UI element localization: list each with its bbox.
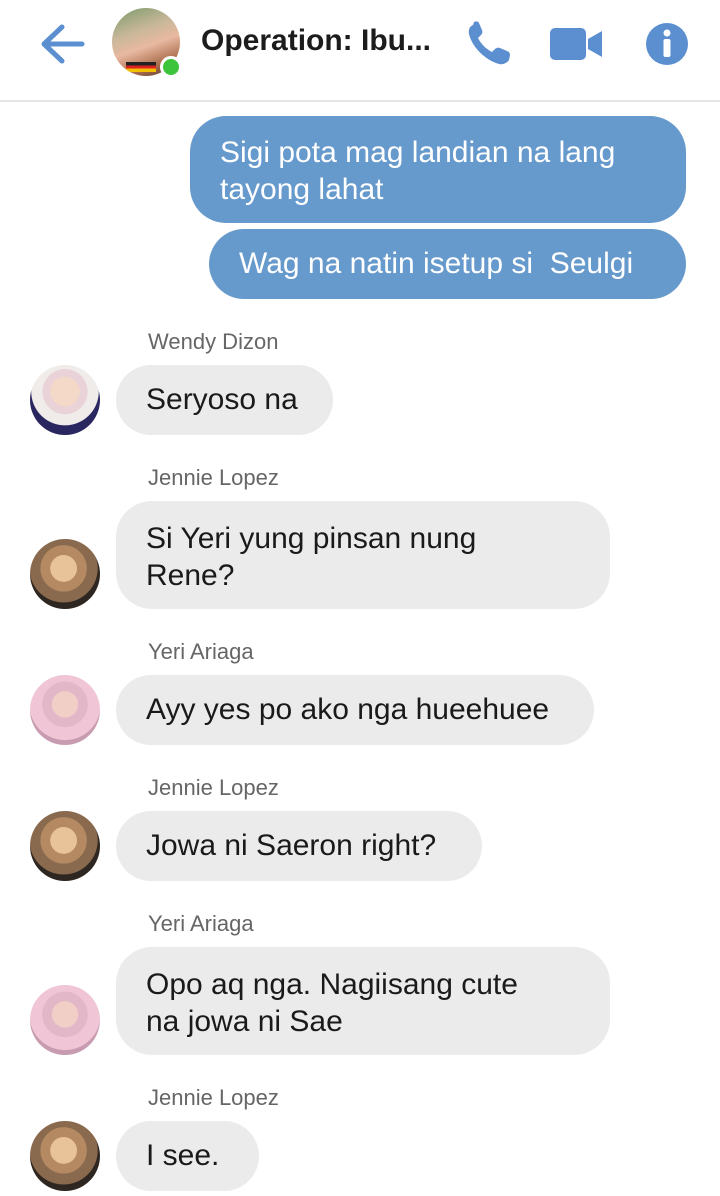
- sender-name: Jennie Lopez: [148, 465, 279, 490]
- message-text-line: Si Yeri yung pinsan nung: [146, 522, 477, 555]
- avatar[interactable]: [30, 365, 100, 435]
- message-text-line: Rene?: [146, 559, 235, 592]
- sender-name: Jennie Lopez: [148, 1085, 279, 1110]
- video-camera-icon[interactable]: [548, 20, 604, 68]
- avatar[interactable]: [30, 811, 100, 881]
- message-text-line: Jowa ni Saeron right?: [146, 829, 437, 862]
- sender-name: Yeri Ariaga: [148, 639, 254, 664]
- avatar[interactable]: [30, 539, 100, 609]
- chat-header: Operation: Ibu...: [0, 0, 720, 102]
- avatar[interactable]: [30, 985, 100, 1055]
- message-text-line: Ayy yes po ako nga hueehuee: [146, 693, 550, 726]
- phone-icon[interactable]: [464, 20, 516, 68]
- avatar[interactable]: [30, 1121, 100, 1191]
- incoming-message-bubble[interactable]: Seryoso na: [116, 365, 333, 435]
- chat-title[interactable]: Operation: Ibu...: [201, 24, 431, 58]
- message-text-line: Sigi pota mag landian na lang: [220, 136, 616, 169]
- avatar[interactable]: [30, 675, 100, 745]
- sender-name: Yeri Ariaga: [148, 911, 254, 936]
- sender-name: Wendy Dizon: [148, 329, 279, 354]
- message-text-line: Seryoso na: [146, 383, 298, 416]
- outgoing-message-bubble[interactable]: Wag na natin isetup si Seulgi: [209, 229, 686, 299]
- message-text-line: na jowa ni Sae: [146, 1005, 343, 1038]
- info-icon[interactable]: [644, 20, 690, 68]
- incoming-message-bubble[interactable]: Jowa ni Saeron right?: [116, 811, 482, 881]
- message-text-line: I see.: [146, 1139, 220, 1172]
- outgoing-message-bubble[interactable]: Sigi pota mag landian na lang tayong lah…: [190, 116, 686, 223]
- online-status-dot: [160, 56, 182, 78]
- incoming-message-bubble[interactable]: Si Yeri yung pinsan nung Rene?: [116, 501, 610, 609]
- message-text-line: Opo aq nga. Nagiisang cute: [146, 968, 518, 1001]
- message-text-line: tayong lahat: [220, 173, 384, 206]
- incoming-message-bubble[interactable]: I see.: [116, 1121, 259, 1191]
- incoming-message-bubble[interactable]: Ayy yes po ako nga hueehuee: [116, 675, 594, 745]
- sender-name: Jennie Lopez: [148, 775, 279, 800]
- message-text-line: Wag na natin isetup si Seulgi: [239, 247, 634, 280]
- incoming-message-bubble[interactable]: Opo aq nga. Nagiisang cute na jowa ni Sa…: [116, 947, 610, 1055]
- arrow-left-icon[interactable]: [38, 22, 88, 66]
